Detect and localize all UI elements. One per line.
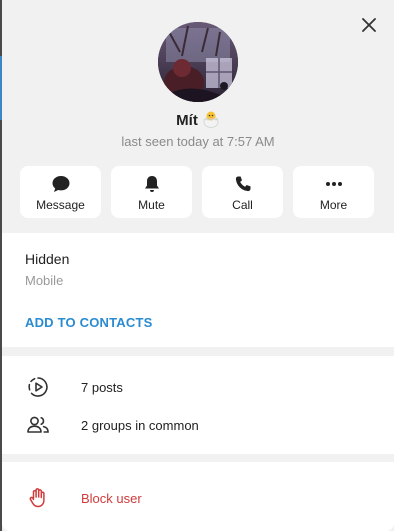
posts-count: 7 posts [81, 379, 123, 395]
profile-header: Mít last seen today at 7:57 AM Message M… [2, 0, 394, 233]
call-button-label: Call [232, 198, 253, 212]
block-user-label: Block user [81, 490, 142, 506]
call-button[interactable]: Call [202, 166, 283, 218]
phone-type-label: Mobile [25, 273, 64, 288]
block-user-row[interactable]: Block user [2, 479, 394, 517]
phone-value: Hidden [25, 251, 70, 267]
mute-button[interactable]: Mute [111, 166, 192, 218]
more-button-label: More [319, 198, 348, 212]
profile-stats-card: 7 posts 2 groups in common [2, 356, 394, 454]
posts-row[interactable]: 7 posts [2, 368, 394, 406]
avatar-image [158, 22, 238, 102]
phone-icon [233, 174, 253, 194]
profile-name-row: Mít [2, 110, 394, 134]
profile-name: Mít [176, 112, 198, 129]
close-icon [362, 18, 376, 32]
stories-play-icon [26, 375, 50, 399]
message-button-label: Message [36, 198, 85, 212]
close-button[interactable] [358, 14, 380, 36]
hatching-chick-emoji-icon [202, 110, 220, 134]
profile-panel: Mít last seen today at 7:57 AM Message M… [2, 0, 394, 531]
chat-bubble-icon [51, 174, 71, 194]
mute-button-label: Mute [138, 198, 165, 212]
contact-info-card: Hidden Mobile ADD TO CONTACTS [2, 233, 394, 347]
add-to-contacts-button[interactable]: ADD TO CONTACTS [25, 315, 152, 330]
groups-in-common-row[interactable]: 2 groups in common [2, 406, 394, 444]
groups-icon [26, 413, 50, 437]
last-seen-status: last seen today at 7:57 AM [121, 134, 275, 149]
more-button[interactable]: More [293, 166, 374, 218]
bell-icon [142, 174, 162, 194]
message-button[interactable]: Message [20, 166, 101, 218]
more-dots-icon [324, 174, 344, 194]
danger-zone-card: Block user [2, 462, 394, 531]
avatar[interactable] [158, 22, 238, 102]
hand-stop-icon [26, 486, 50, 510]
groups-in-common-count: 2 groups in common [81, 417, 199, 433]
action-buttons: Message Mute Call More [20, 166, 376, 218]
